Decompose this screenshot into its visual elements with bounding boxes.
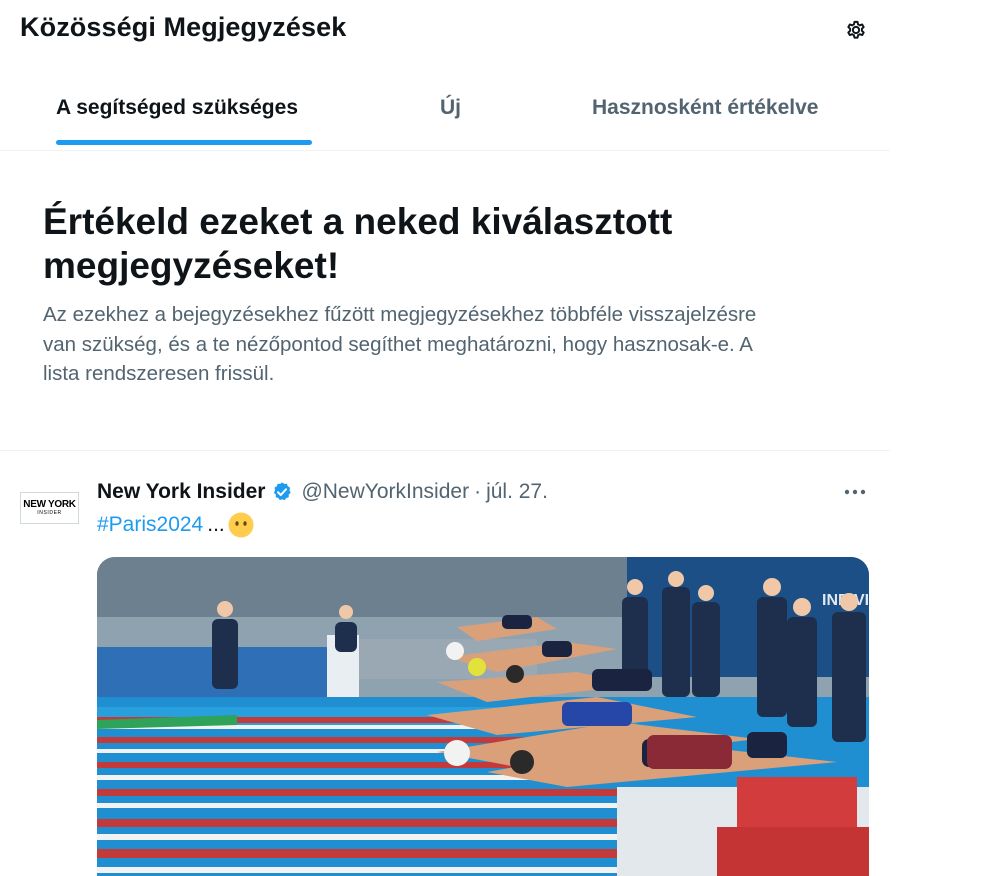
post-media-image[interactable]: INDIVIDU xyxy=(97,557,869,876)
post-date[interactable]: júl. 27. xyxy=(486,480,548,504)
hashtag-link[interactable]: #Paris2024 xyxy=(97,513,203,537)
intro-title-line: Értékeld ezeket a neked kiválasztott xyxy=(43,201,673,242)
post-text: #Paris2024 ... xyxy=(97,510,254,540)
no-mouth-face-icon xyxy=(228,512,254,538)
avatar-logo-text: NEW YORK xyxy=(23,498,76,510)
active-tab-indicator xyxy=(56,140,312,145)
intro-section: Értékeld ezeket a neked kiválasztott meg… xyxy=(43,200,853,389)
tab-bar: A segítséged szükséges Új Hasznosként ér… xyxy=(0,72,890,151)
avatar-logo-subtext: INSIDER xyxy=(37,509,62,516)
gear-icon xyxy=(847,20,865,39)
intro-title-line: megjegyzéseket! xyxy=(43,245,340,286)
author-name[interactable]: New York Insider xyxy=(97,480,265,504)
separator-dot: · xyxy=(474,480,482,503)
intro-description: Az ezekhez a bejegyzésekhez fűzött megje… xyxy=(43,300,853,389)
intro-title: Értékeld ezeket a neked kiválasztott meg… xyxy=(43,200,853,288)
tab-rated-helpful[interactable]: Hasznosként értékelve xyxy=(575,72,850,149)
more-horizontal-icon xyxy=(844,489,866,495)
intro-text-line: lista rendszeresen frissül. xyxy=(43,362,275,385)
tab-label: A segítséged szükséges xyxy=(56,96,298,119)
more-options-button[interactable] xyxy=(838,480,872,504)
page-title: Közösségi Megjegyzések xyxy=(20,12,347,42)
post-header: New York Insider @NewYorkInsider · júl. … xyxy=(97,478,548,506)
tab-label: Hasznosként értékelve xyxy=(592,96,819,119)
author-handle[interactable]: @NewYorkInsider xyxy=(301,480,469,504)
avatar[interactable]: NEW YORK INSIDER xyxy=(20,492,79,524)
intro-text-line: van szükség, és a te nézőpontod segíthet… xyxy=(43,332,753,356)
verified-badge-icon[interactable] xyxy=(271,481,293,503)
tab-label: Új xyxy=(440,96,461,119)
community-notes-column: Közösségi Megjegyzések A segítséged szük… xyxy=(0,0,890,876)
intro-text-line: Az ezekhez a bejegyzésekhez fűzött megje… xyxy=(43,303,757,326)
top-header: Közösségi Megjegyzések xyxy=(0,0,890,60)
tab-help-needed[interactable]: A segítséged szükséges xyxy=(40,72,328,149)
settings-button[interactable] xyxy=(839,13,873,47)
post-ellipsis: ... xyxy=(207,513,225,536)
swimming-race-photo: INDIVIDU xyxy=(97,557,869,876)
tab-new[interactable]: Új xyxy=(400,72,505,149)
